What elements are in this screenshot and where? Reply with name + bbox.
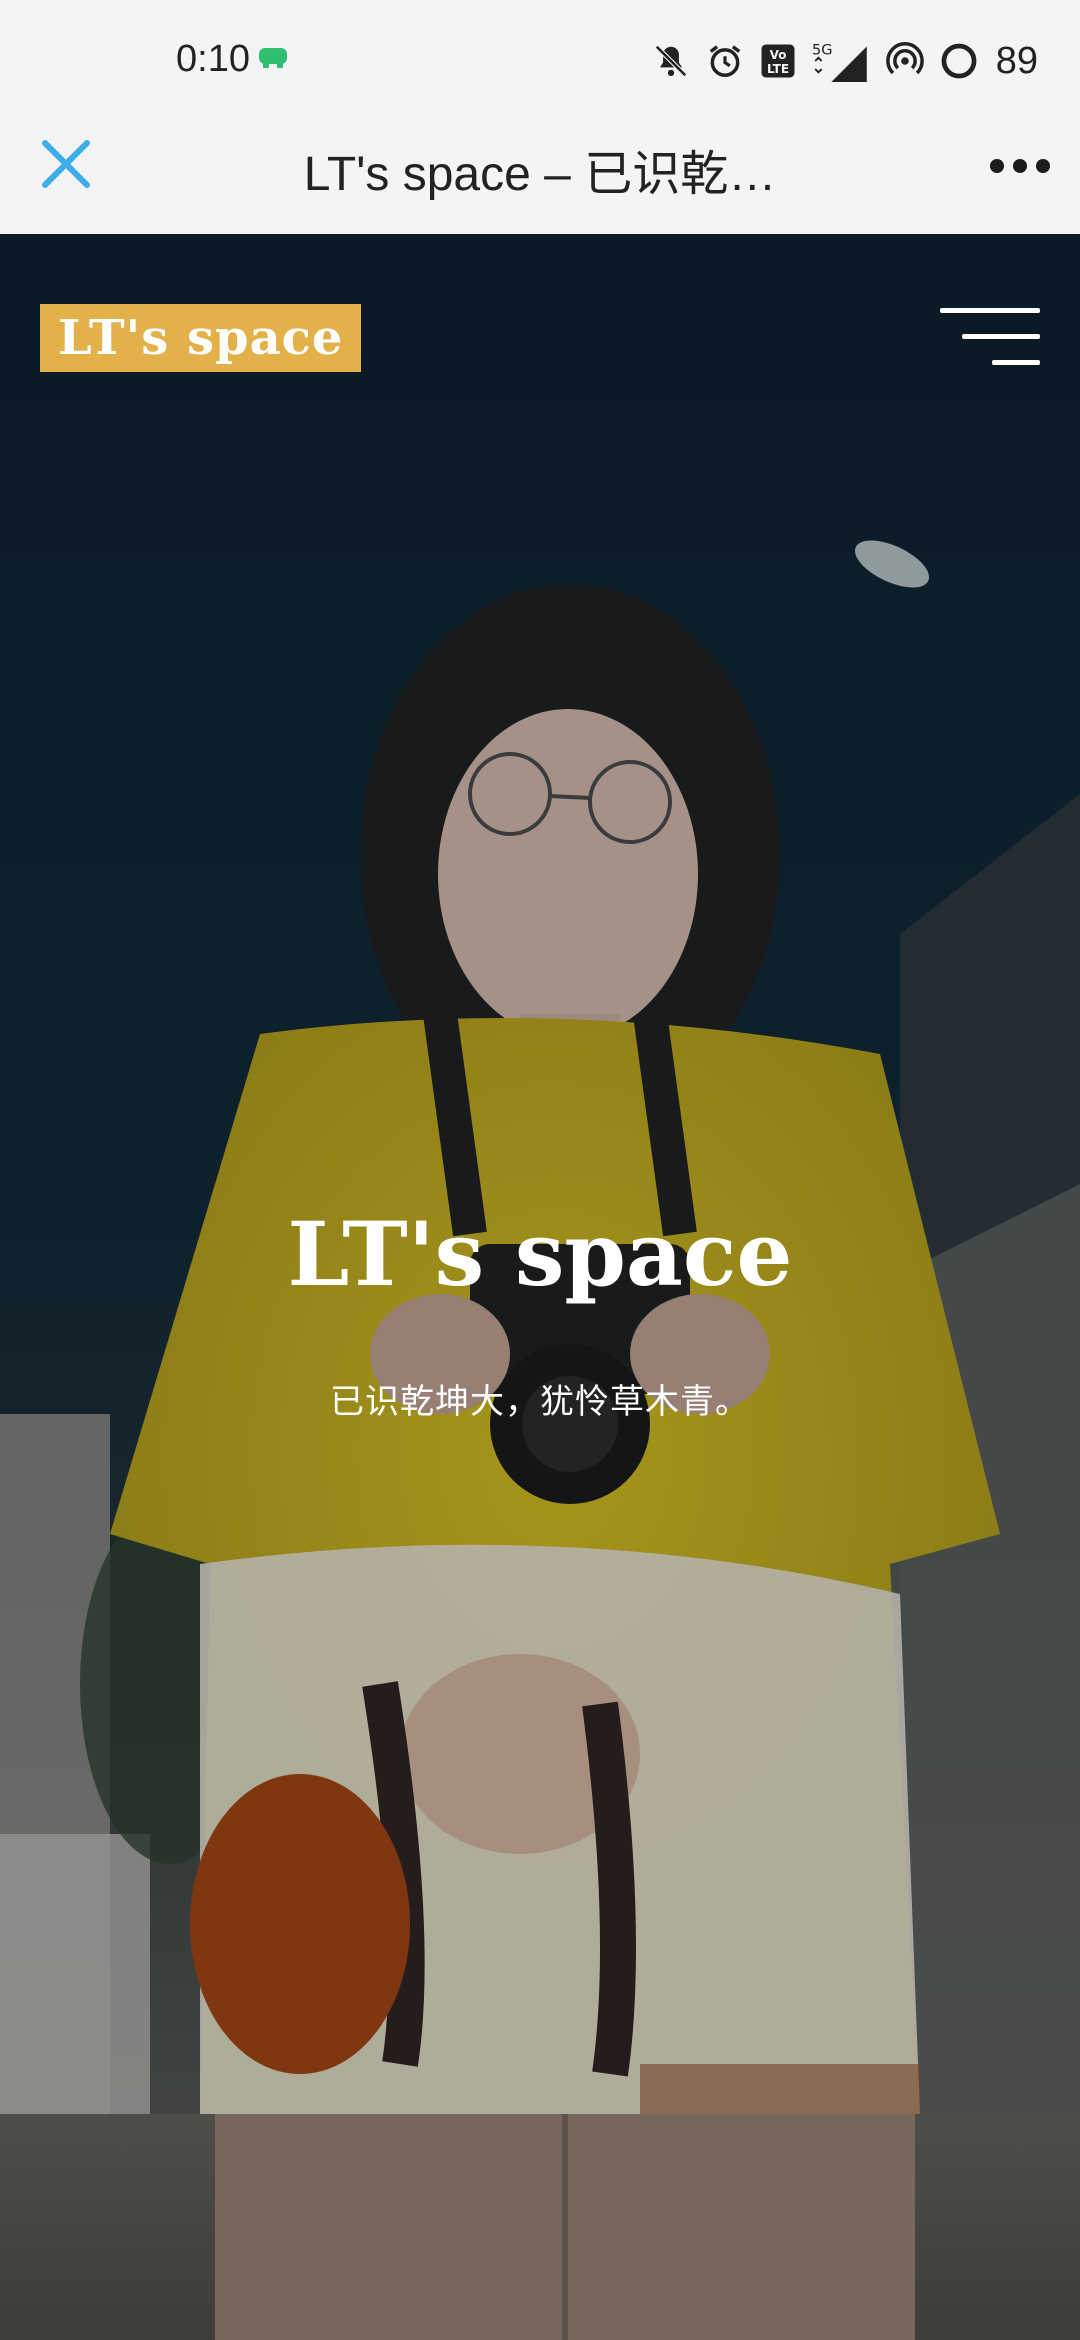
site-logo[interactable]: LT's space xyxy=(40,304,362,372)
menu-line xyxy=(962,334,1040,339)
svg-text:LTE: LTE xyxy=(767,62,789,76)
more-options-button[interactable] xyxy=(984,144,1056,188)
more-options-icon xyxy=(990,159,1004,173)
mute-icon xyxy=(654,45,687,77)
alarm-icon xyxy=(709,45,741,77)
more-options-icon-dot xyxy=(1036,159,1050,173)
hotspot-icon xyxy=(885,42,924,75)
close-icon xyxy=(41,139,91,189)
svg-text:Vo: Vo xyxy=(769,48,786,62)
volte-icon: Vo LTE xyxy=(761,44,795,78)
battery-icon xyxy=(941,43,977,79)
svg-text:5G: 5G xyxy=(812,43,832,59)
close-button[interactable] xyxy=(34,132,98,196)
page-title: LT's space – 已识乾… xyxy=(303,148,777,201)
battery-level: 89 xyxy=(995,39,1038,82)
status-icons: Vo LTE 5G 89 xyxy=(652,34,1038,88)
more-options-icon-dot xyxy=(1013,159,1027,173)
app-notification-icon xyxy=(259,48,287,68)
hero-subtitle: 已识乾坤大，犹怜草木青。 xyxy=(330,1383,750,1421)
menu-line xyxy=(940,308,1040,313)
signal-icon: 5G xyxy=(812,43,867,82)
browser-title-bar: LT's space – 已识乾… xyxy=(0,120,1080,234)
menu-line xyxy=(992,360,1040,365)
hero-title: LT's space xyxy=(287,1202,793,1306)
status-time: 0:10 xyxy=(176,38,250,80)
hero-section: LT's space LT's space 已识乾坤大，犹怜草木青。 xyxy=(0,234,1080,2340)
hamburger-menu-icon[interactable] xyxy=(938,308,1040,366)
status-bar: 0:10 Vo LTE 5G 89 xyxy=(0,0,1080,120)
